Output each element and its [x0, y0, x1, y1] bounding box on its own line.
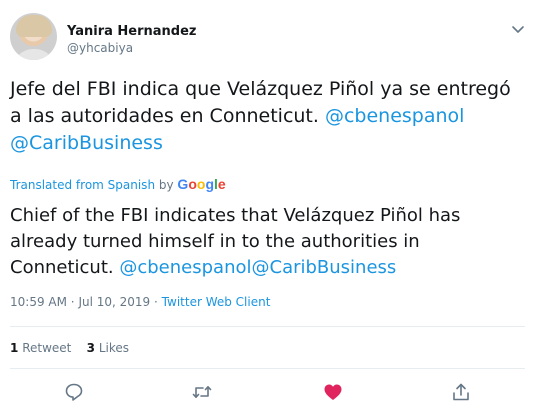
- tweet-stats: 1 Retweet 3 Likes: [10, 341, 129, 355]
- avatar[interactable]: [10, 13, 57, 60]
- likes-label: Likes: [98, 341, 129, 355]
- divider: [10, 368, 525, 369]
- tweet-text: Jefe del FBI indica que Velázquez Piñol …: [10, 76, 525, 157]
- author-handle[interactable]: @yhcabiya: [67, 41, 133, 55]
- tweet-date[interactable]: Jul 10, 2019: [78, 295, 150, 309]
- share-icon[interactable]: [450, 381, 472, 403]
- mention-link[interactable]: @CaribBusiness: [252, 257, 397, 278]
- author-display-name[interactable]: Yanira Hernandez: [67, 24, 197, 39]
- retweet-count: 1: [10, 341, 19, 355]
- reply-icon[interactable]: [63, 381, 85, 403]
- meta-separator: ·: [154, 295, 158, 309]
- chevron-down-icon[interactable]: [511, 24, 525, 36]
- avatar-shoulders: [13, 49, 55, 60]
- translated-by-label: by: [158, 178, 174, 192]
- likes-stat[interactable]: 3 Likes: [87, 341, 129, 355]
- like-icon[interactable]: [322, 381, 344, 403]
- mention-link[interactable]: @CaribBusiness: [10, 132, 163, 154]
- meta-separator: ·: [70, 295, 75, 309]
- retweet-stat[interactable]: 1 Retweet: [10, 341, 71, 355]
- retweet-icon[interactable]: [191, 381, 213, 403]
- google-logo: Google: [177, 176, 226, 192]
- tweet-metadata: 10:59 AM · Jul 10, 2019 · Twitter Web Cl…: [10, 295, 270, 309]
- retweet-label: Retweet: [22, 341, 72, 355]
- translation-text: Chief of the FBI indicates that Velázque…: [10, 203, 525, 281]
- translated-from-label[interactable]: Translated from Spanish: [10, 178, 155, 192]
- mention-link[interactable]: @cbenespanol: [325, 105, 464, 127]
- tweet-time[interactable]: 10:59 AM: [10, 295, 67, 309]
- avatar-hair: [16, 15, 52, 37]
- likes-count: 3: [86, 341, 95, 355]
- tweet-client[interactable]: Twitter Web Client: [162, 295, 271, 309]
- divider: [10, 326, 525, 327]
- mention-link[interactable]: @cbenespanol: [119, 257, 251, 278]
- translation-attribution: Translated from Spanish by Google: [10, 176, 226, 192]
- tweet-actions: [0, 376, 535, 406]
